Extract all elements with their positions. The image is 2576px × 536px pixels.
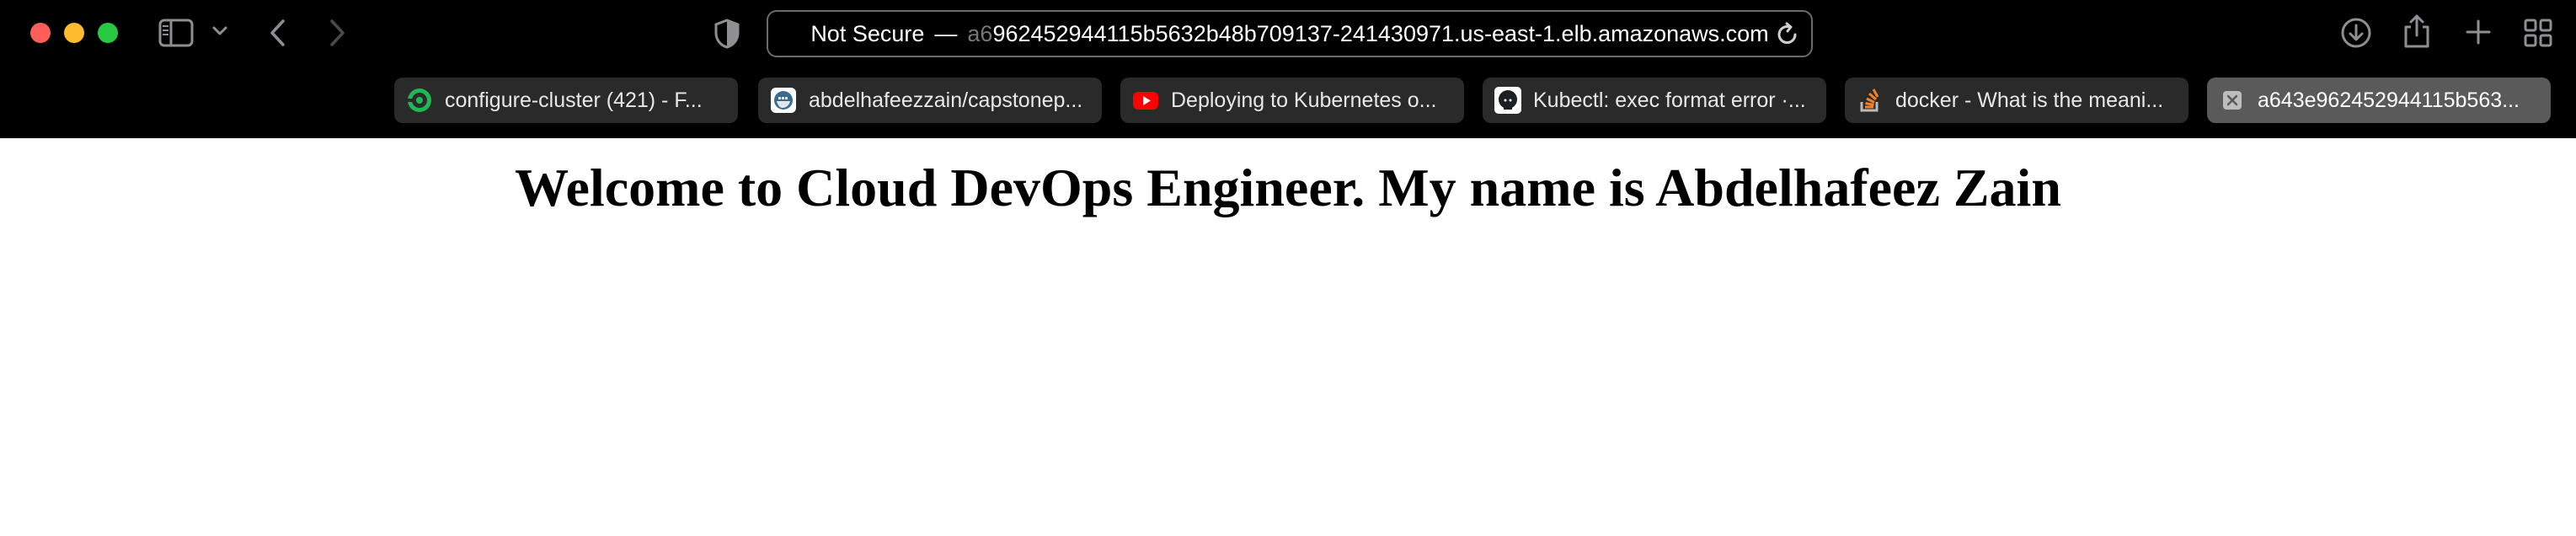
new-tab-icon[interactable] — [2465, 19, 2492, 46]
browser-toolbar: Not Secure — a6 962452944115b5632b48b7091… — [0, 0, 2576, 138]
circleci-icon — [406, 87, 433, 114]
back-arrow-icon[interactable] — [268, 19, 288, 47]
docker-hub-icon — [770, 87, 797, 114]
tab-stackoverflow[interactable]: docker - What is the meani... — [1845, 78, 2189, 123]
url-text: 962452944115b5632b48b709137-241430971.us… — [992, 20, 1769, 46]
tab-overview-icon[interactable] — [2524, 19, 2552, 47]
url-faded-prefix: a6 — [967, 20, 993, 46]
tab-youtube[interactable]: Deploying to Kubernetes o... — [1120, 78, 1464, 123]
github-icon — [1494, 87, 1521, 114]
privacy-shield-icon[interactable] — [714, 19, 740, 49]
page-content: Welcome to Cloud DevOps Engineer. My nam… — [0, 138, 2576, 536]
forward-arrow-icon[interactable] — [327, 19, 347, 47]
youtube-icon — [1132, 87, 1159, 114]
tab-title: Deploying to Kubernetes o... — [1171, 88, 1437, 112]
share-icon[interactable] — [2402, 13, 2431, 49]
reload-icon[interactable] — [1776, 22, 1799, 53]
downloads-icon[interactable] — [2340, 17, 2372, 49]
url-separator: — — [934, 20, 958, 46]
tab-title: Kubectl: exec format error ·... — [1533, 88, 1806, 112]
tab-github[interactable]: Kubectl: exec format error ·... — [1483, 78, 1826, 123]
window-close-button[interactable] — [30, 23, 51, 43]
tab-title: a643e962452944115b563... — [2258, 88, 2520, 112]
window-zoom-button[interactable] — [98, 23, 118, 43]
tab-title: docker - What is the meani... — [1895, 88, 2164, 112]
stackoverflow-icon — [1857, 87, 1884, 114]
close-icon[interactable] — [2219, 87, 2246, 114]
address-bar[interactable]: Not Secure — a6 962452944115b5632b48b7091… — [767, 10, 1813, 57]
tab-title: configure-cluster (421) - F... — [445, 88, 703, 112]
tab-docker-hub[interactable]: abdelhafeezzain/capstonep... — [758, 78, 1102, 123]
tab-circleci[interactable]: configure-cluster (421) - F... — [394, 78, 738, 123]
sidebar-toggle-icon[interactable] — [158, 19, 194, 47]
page-heading: Welcome to Cloud DevOps Engineer. My nam… — [515, 158, 2061, 217]
tab-title: abdelhafeezzain/capstonep... — [809, 88, 1083, 112]
not-secure-label: Not Secure — [810, 20, 925, 46]
window-minimize-button[interactable] — [64, 23, 84, 43]
chevron-down-icon[interactable] — [212, 25, 227, 37]
tab-active-elb[interactable]: a643e962452944115b563... — [2207, 78, 2551, 123]
